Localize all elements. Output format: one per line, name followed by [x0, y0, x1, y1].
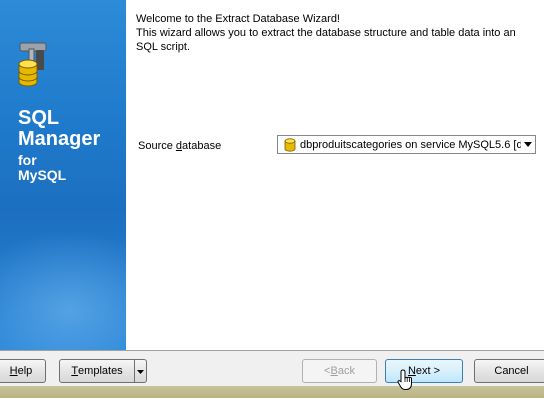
brand-line-1: SQL [18, 107, 60, 129]
next-rest: ext > [415, 365, 441, 377]
brand-line-4: MySQL [18, 167, 67, 183]
database-tools-icon [18, 42, 47, 87]
intro-description: This wizard allows you to extract the da… [136, 27, 516, 53]
intro-title: Welcome to the Extract Database Wizard! [136, 13, 340, 25]
wizard-sidebar: SQL Manager for MySQL [0, 0, 126, 350]
cancel-button[interactable]: Cancel [474, 359, 544, 383]
source-database-select[interactable]: dbproduitscategories on service MySQL5.6… [277, 135, 536, 154]
templates-dropdown-button[interactable] [134, 359, 147, 383]
hand-cursor-icon [397, 369, 412, 390]
database-icon [284, 137, 296, 152]
window-bottom-strip [0, 386, 544, 398]
help-accel: H [9, 365, 18, 377]
back-button[interactable]: < Back [302, 359, 377, 383]
templates-rest: emplates [78, 365, 123, 377]
wizard-page: Welcome to the Extract Database Wizard! … [126, 0, 544, 350]
source-label-pre: Source [138, 140, 176, 152]
sidebar-glow [0, 230, 126, 350]
back-accel: B [330, 365, 338, 377]
brand-line-3: for [18, 152, 37, 168]
cancel-label: Cancel [494, 365, 529, 377]
chevron-down-icon [137, 365, 144, 377]
chevron-down-icon[interactable] [521, 136, 535, 153]
help-button[interactable]: Help [0, 359, 46, 383]
source-label-post: atabase [182, 140, 222, 152]
wizard-intro: Welcome to the Extract Database Wizard! … [136, 12, 536, 54]
brand-line-2: Manager [18, 128, 101, 150]
source-database-value: dbproduitscategories on service MySQL5.6… [300, 138, 521, 151]
templates-accel: T [71, 365, 79, 377]
back-rest: ack [337, 365, 355, 377]
help-rest: elp [17, 365, 33, 377]
source-database-label: Source database [138, 140, 221, 152]
templates-button[interactable]: Templates [59, 359, 135, 383]
product-brand: SQL Manager for MySQL [18, 108, 100, 182]
